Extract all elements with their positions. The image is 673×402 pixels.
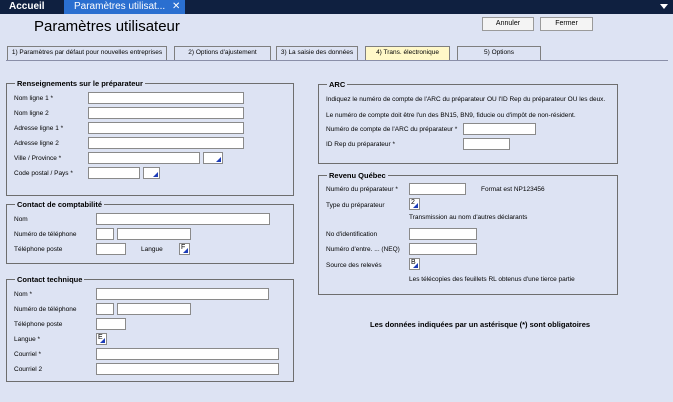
rq-preparer-number-input[interactable] <box>409 183 466 195</box>
technical-ext-input[interactable] <box>96 318 126 330</box>
preparer-group-title: Renseignements sur le préparateur <box>15 79 145 88</box>
chevron-down-icon[interactable] <box>660 4 668 9</box>
arc-note-1: Indiquez le numéro de compte de l'ARC du… <box>326 96 606 103</box>
accounting-name-input[interactable] <box>96 213 270 225</box>
country-select[interactable] <box>143 167 160 179</box>
tab-data-entry[interactable]: 3) La saisie des données <box>276 46 358 60</box>
accounting-ext-label: Téléphone poste <box>14 246 63 253</box>
rq-id-number-label: No d'identification <box>326 231 378 238</box>
accounting-contact-title: Contact de comptabilité <box>15 200 105 209</box>
technical-language-label: Langue * <box>14 336 41 343</box>
technical-email-label: Courriel * <box>14 351 42 358</box>
rq-source-label: Source des relevés <box>326 262 382 269</box>
name-line1-label: Nom ligne 1 * <box>14 95 54 102</box>
rq-id-number-input[interactable] <box>409 228 477 240</box>
address-line2-input[interactable] <box>88 137 244 149</box>
tab-electronic-transmission[interactable]: 4) Trans. électronique <box>365 46 450 60</box>
revenu-quebec-title: Revenu Québec <box>327 171 388 180</box>
accounting-name-label: Nom <box>14 216 28 223</box>
address-line1-label: Adresse ligne 1 * <box>14 125 64 132</box>
technical-email-input[interactable] <box>96 348 279 360</box>
tab-default-parameters[interactable]: 1) Paramètres par défaut pour nouvelles … <box>7 46 167 60</box>
rq-preparer-type-label: Type du préparateur <box>326 202 385 209</box>
arc-group-title: ARC <box>327 80 348 89</box>
name-line2-label: Nom ligne 2 <box>14 110 49 117</box>
postal-country-label: Code postal / Pays * <box>14 170 73 177</box>
required-fields-note: Les données indiquées par un astérisque … <box>370 320 591 329</box>
tab-user-settings[interactable]: Paramètres utilisat... <box>64 0 185 14</box>
rq-transmission-note: Transmission au nom d'autres déclarants <box>409 214 528 221</box>
rq-preparer-number-label: Numéro du préparateur * <box>326 186 398 193</box>
tab-home[interactable]: Accueil <box>0 0 64 14</box>
arc-note-2: Le numéro de compte doit être l'un des B… <box>326 112 576 119</box>
technical-email2-label: Courriel 2 <box>14 366 43 373</box>
tab-divider <box>6 60 668 61</box>
dropdown-icon <box>216 157 221 162</box>
technical-contact-title: Contact technique <box>15 275 85 284</box>
arc-account-input[interactable] <box>463 123 536 135</box>
tab-options[interactable]: 5) Options <box>457 46 541 60</box>
close-icon[interactable]: ✕ <box>172 0 180 14</box>
accounting-phone-input[interactable] <box>117 228 191 240</box>
accounting-ext-input[interactable] <box>96 243 126 255</box>
cancel-button[interactable]: Annuler <box>482 17 534 31</box>
rq-source-note: Les télécopies des feuillets RL obtenus … <box>409 276 575 283</box>
dropdown-icon <box>100 338 105 343</box>
accounting-area-code-input[interactable] <box>96 228 114 240</box>
dropdown-icon <box>413 263 418 268</box>
name-line1-input[interactable] <box>88 92 244 104</box>
technical-ext-label: Téléphone poste <box>14 321 63 328</box>
technical-email2-input[interactable] <box>96 363 279 375</box>
address-line2-label: Adresse ligne 2 <box>14 140 59 147</box>
rq-source-select[interactable]: B <box>409 258 420 270</box>
technical-phone-input[interactable] <box>117 303 191 315</box>
accounting-language-label: Langue <box>141 246 163 253</box>
rep-id-input[interactable] <box>463 138 510 150</box>
rq-neq-label: Numéro d'entre. ... (NEQ) <box>326 246 400 253</box>
technical-name-label: Nom * <box>14 291 33 298</box>
rq-format-hint: Format est NP123456 <box>481 186 545 193</box>
dropdown-icon <box>153 172 158 177</box>
name-line2-input[interactable] <box>88 107 244 119</box>
city-province-label: Ville / Province * <box>14 155 62 162</box>
rep-id-label: ID Rep du préparateur * <box>326 141 396 148</box>
rq-neq-input[interactable] <box>409 243 477 255</box>
accounting-language-select[interactable]: F <box>179 243 190 255</box>
province-select[interactable] <box>203 152 223 164</box>
technical-phone-label: Numéro de téléphone <box>14 306 77 313</box>
tab-adjustment-options[interactable]: 2) Options d'ajustement <box>174 46 271 60</box>
dropdown-icon <box>413 203 418 208</box>
arc-account-label: Numéro de compte de l'ARC du préparateur… <box>326 126 458 133</box>
dropdown-icon <box>183 248 188 253</box>
city-input[interactable] <box>88 152 200 164</box>
technical-language-select[interactable]: E <box>96 333 107 345</box>
page-title: Paramètres utilisateur <box>34 18 180 35</box>
address-line1-input[interactable] <box>88 122 244 134</box>
technical-name-input[interactable] <box>96 288 269 300</box>
postal-code-input[interactable] <box>88 167 140 179</box>
accounting-phone-label: Numéro de téléphone <box>14 231 77 238</box>
technical-area-code-input[interactable] <box>96 303 114 315</box>
rq-preparer-type-select[interactable]: 2 <box>409 198 420 210</box>
close-button[interactable]: Fermer <box>540 17 593 31</box>
